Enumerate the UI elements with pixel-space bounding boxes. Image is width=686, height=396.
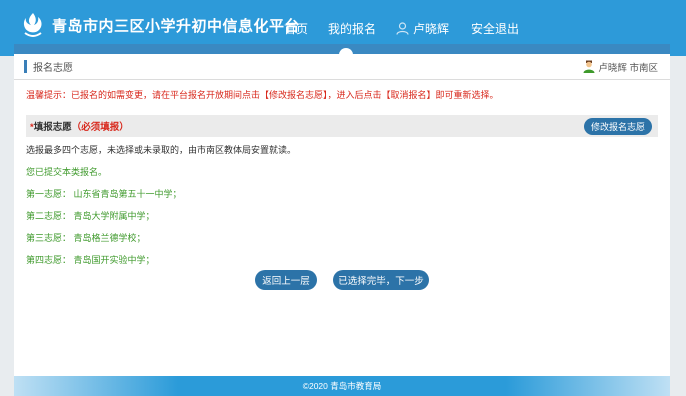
nav-user[interactable]: 卢晓辉 [396, 20, 449, 37]
main-nav: 首页 我的报名 卢晓辉 安全退出 [284, 20, 539, 37]
site-logo[interactable]: 青岛市内三区小学升初中信息化平台 [22, 12, 300, 38]
nav-logout[interactable]: 安全退出 [471, 20, 519, 37]
breadcrumb-label: 报名志愿 [33, 63, 73, 74]
choice-3: 第三志愿： 青岛格兰德学校； [26, 233, 146, 243]
section-title: *填报志愿（必须填报） [30, 119, 129, 133]
breadcrumb-marker [24, 60, 27, 73]
user-info-text: 卢晓辉 市南区 [598, 62, 658, 74]
site-title: 青岛市内三区小学升初中信息化平台 [52, 17, 301, 35]
main-panel: 报名志愿 卢晓辉 市南区 温馨提示：已报名的如需变更，请在平台报名开放期间点击【… [14, 44, 670, 396]
choice-4: 第四志愿： 青岛国开实验中学； [26, 255, 155, 265]
next-step-button[interactable]: 已选择完毕，下一步 [333, 270, 429, 290]
user-icon [396, 22, 409, 35]
choice-1: 第一志愿： 山东省青岛第五十一中学； [26, 189, 182, 199]
active-nav-indicator [339, 48, 353, 62]
nav-user-name: 卢晓辉 [413, 22, 450, 36]
action-buttons: 返回上一层 已选择完毕，下一步 [14, 270, 670, 290]
submitted-status: 您已提交本类报名。 [26, 167, 108, 177]
required-label: （必须填报） [71, 122, 129, 133]
notice-tip: 温馨提示：已报名的如需变更，请在平台报名开放期间点击【修改报名志愿】，进入后点击… [26, 90, 499, 100]
section-title-text: 填报志愿 [33, 122, 72, 133]
back-button[interactable]: 返回上一层 [255, 270, 317, 290]
instruction-text: 选报最多四个志愿，未选择或未录取的，由市南区教体局安置就读。 [26, 145, 297, 155]
choice-2: 第二志愿： 青岛大学附属中学； [26, 211, 155, 221]
user-info: 卢晓辉 市南区 [583, 60, 658, 74]
footer: ©2020 青岛市教育局 [14, 376, 670, 396]
modify-signup-button[interactable]: 修改报名志愿 [583, 117, 652, 135]
section-header: *填报志愿（必须填报） 修改报名志愿 [26, 115, 658, 137]
logo-icon [23, 13, 42, 37]
breadcrumb: 报名志愿 [24, 59, 73, 74]
nav-my-signup[interactable]: 我的报名 [328, 20, 376, 37]
nav-home[interactable]: 首页 [284, 20, 308, 37]
avatar-icon [583, 60, 595, 73]
